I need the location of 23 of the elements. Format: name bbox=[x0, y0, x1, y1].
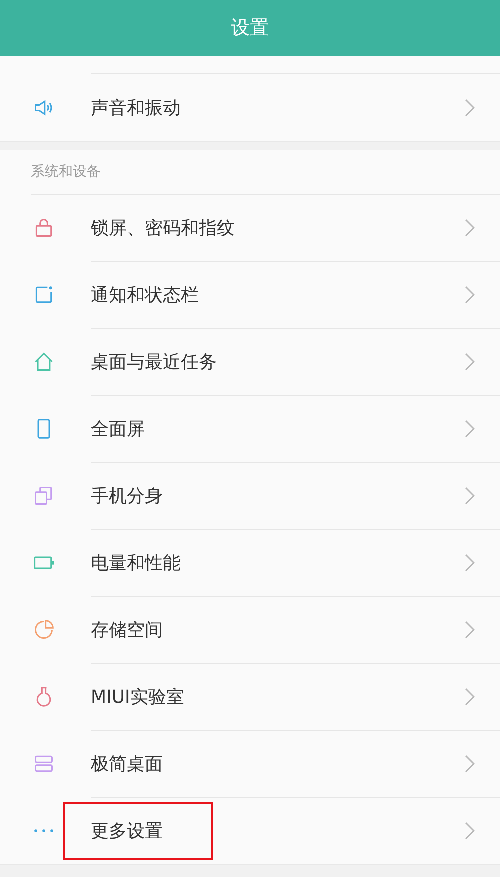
settings-item[interactable]: 极简桌面 bbox=[0, 730, 500, 797]
settings-item[interactable]: 锁屏、密码和指纹 bbox=[0, 194, 500, 261]
chevron-icon bbox=[465, 822, 475, 840]
chevron-icon bbox=[465, 420, 475, 438]
settings-item[interactable]: 通知和状态栏 bbox=[0, 261, 500, 328]
chevron-icon bbox=[465, 218, 475, 236]
settings-item[interactable]: 电量和性能 bbox=[0, 529, 500, 596]
chevron-icon bbox=[465, 688, 475, 706]
chevron-icon bbox=[465, 486, 475, 504]
settings-item[interactable]: MIUI实验室 bbox=[0, 663, 500, 730]
section-header: 系统和设备 bbox=[30, 163, 102, 182]
chevron-icon bbox=[465, 754, 475, 772]
chevron-icon bbox=[465, 286, 475, 304]
settings-item[interactable]: 更多设置 bbox=[0, 797, 500, 864]
settings-item[interactable]: 桌面与最近任务 bbox=[0, 328, 500, 395]
chevron-icon bbox=[465, 620, 475, 638]
settings-item[interactable]: 手机分身 bbox=[0, 462, 500, 529]
chevron-icon bbox=[465, 352, 475, 370]
settings-item[interactable]: 全面屏 bbox=[0, 395, 500, 462]
chevron-icon bbox=[465, 98, 475, 116]
chevron-icon bbox=[465, 554, 475, 572]
page-title: 设置 bbox=[231, 16, 269, 41]
settings-item[interactable]: 存储空间 bbox=[0, 596, 500, 663]
